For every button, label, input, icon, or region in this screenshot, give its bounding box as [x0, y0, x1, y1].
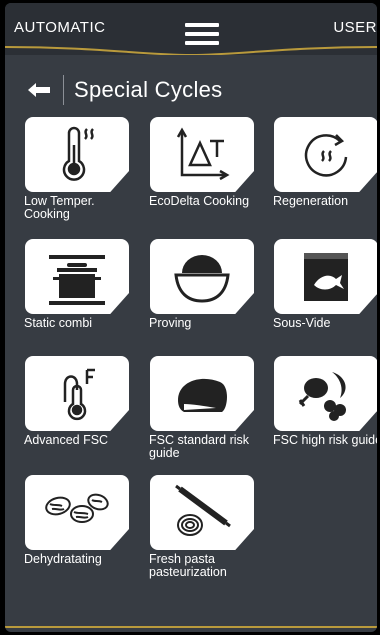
tile-label: Low Temper. Cooking	[24, 194, 95, 221]
tile-fsc-standard-risk[interactable]: FSC standard risk guide	[149, 356, 259, 460]
meat-cut-icon	[150, 356, 254, 431]
tile-fsc-high-risk[interactable]: FSC high risk guide	[273, 356, 377, 447]
tile-fresh-pasta-pasteurization[interactable]: Fresh pasta pasteurization	[149, 475, 259, 579]
tile-label: FSC standard risk guide	[149, 433, 250, 460]
tile-label: Dehydratating	[24, 552, 102, 566]
tile-label: Fresh pasta pasteurization	[149, 552, 227, 579]
user-label[interactable]: USER	[333, 19, 377, 36]
pot-icon	[25, 239, 129, 314]
tile-regeneration[interactable]: Regeneration	[273, 117, 377, 208]
tile-static-combi[interactable]: Static combi	[24, 239, 134, 330]
tile-advanced-fsc[interactable]: Advanced FSC	[24, 356, 134, 447]
top-bar: AUTOMATIC USER	[5, 3, 377, 55]
tile-sous-vide[interactable]: Sous-Vide	[273, 239, 377, 330]
tile-label: Regeneration	[273, 194, 349, 208]
probe-thermometer-f-icon	[25, 356, 129, 431]
tile-proving[interactable]: Proving	[149, 239, 259, 330]
mode-label[interactable]: AUTOMATIC	[14, 19, 105, 36]
tile-label: Sous-Vide	[273, 316, 331, 330]
tile-label: EcoDelta Cooking	[149, 194, 250, 208]
regeneration-icon	[274, 117, 377, 192]
tile-label: FSC high risk guide	[273, 433, 377, 447]
vacuum-bag-fish-icon	[274, 239, 377, 314]
back-arrow-icon[interactable]	[27, 78, 55, 102]
delta-t-chart-icon	[150, 117, 254, 192]
dried-fruit-icon	[25, 475, 129, 550]
tile-label: Static combi	[24, 316, 93, 330]
thermometer-steam-icon	[25, 117, 129, 192]
header-divider	[63, 75, 64, 105]
bowl-dough-icon	[150, 239, 254, 314]
tile-label: Advanced FSC	[24, 433, 109, 447]
bottom-accent-line	[5, 626, 377, 628]
tile-dehydratating[interactable]: Dehydratating	[24, 475, 134, 566]
tile-low-temp-cooking[interactable]: Low Temper. Cooking	[24, 117, 134, 221]
page-header: Special Cycles	[27, 73, 222, 107]
special-cycles-screen: AUTOMATIC USER Special Cycles Low Temper…	[5, 3, 377, 632]
hamburger-menu-icon[interactable]	[185, 23, 219, 45]
tile-ecodelta-cooking[interactable]: EcoDelta Cooking	[149, 117, 259, 208]
poultry-egg-icon	[274, 356, 377, 431]
tile-label: Proving	[149, 316, 192, 330]
page-title: Special Cycles	[74, 77, 223, 102]
rolling-pin-pasta-icon	[150, 475, 254, 550]
